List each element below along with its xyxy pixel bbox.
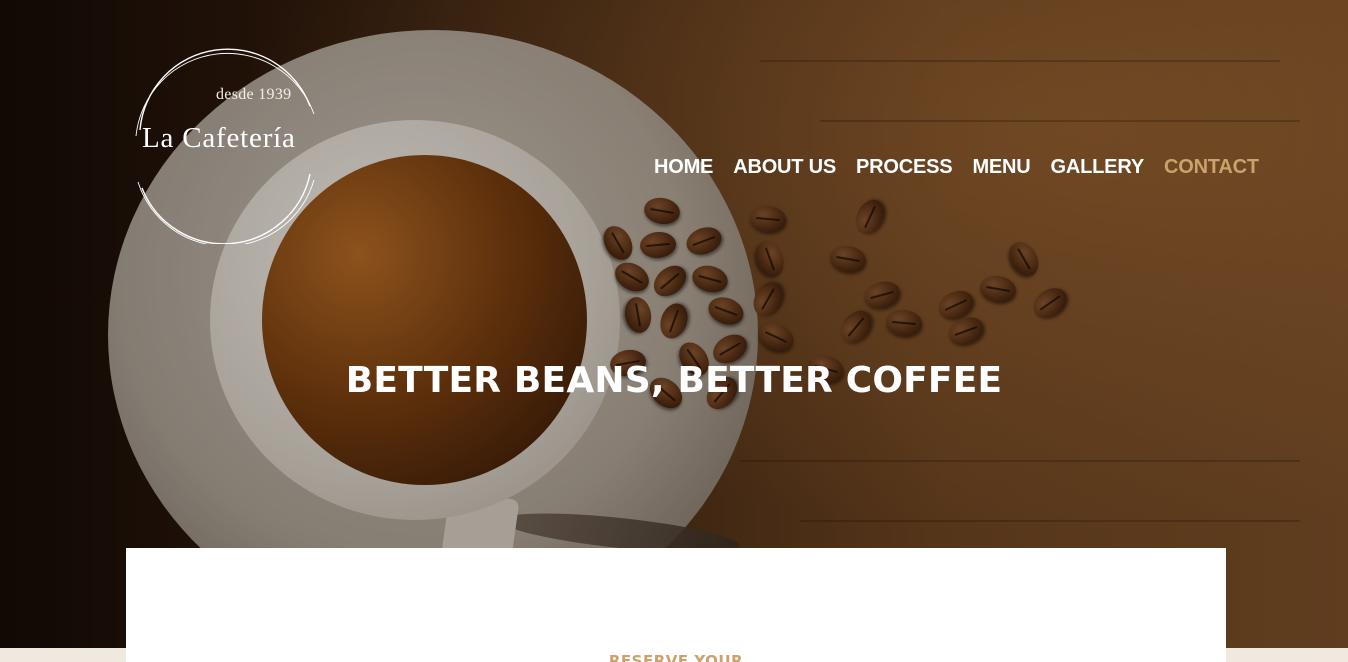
nav-link-contact[interactable]: CONTACT xyxy=(1164,156,1259,179)
nav-link-menu[interactable]: MENU xyxy=(972,156,1030,179)
reservation-title: RESERVE YOUR xyxy=(608,652,744,662)
logo-brand-name: La Cafetería xyxy=(142,122,296,154)
hero-headline: BETTER BEANS, BETTER COFFEE xyxy=(345,360,1003,401)
nav-link-home[interactable]: HOME xyxy=(654,156,713,179)
logo-since-text: desde 1939 xyxy=(216,86,292,103)
site-logo[interactable]: desde 1939 La Cafetería xyxy=(132,48,318,244)
page: desde 1939 La Cafetería HOME ABOUT US PR… xyxy=(0,0,1348,662)
reservation-card: RESERVE YOUR xyxy=(126,548,1226,662)
nav-link-gallery[interactable]: GALLERY xyxy=(1051,156,1145,179)
nav-link-process[interactable]: PROCESS xyxy=(856,156,953,179)
main-navigation: HOME ABOUT US PROCESS MENU GALLERY CONTA… xyxy=(654,156,1259,179)
nav-link-about-us[interactable]: ABOUT US xyxy=(733,156,836,179)
